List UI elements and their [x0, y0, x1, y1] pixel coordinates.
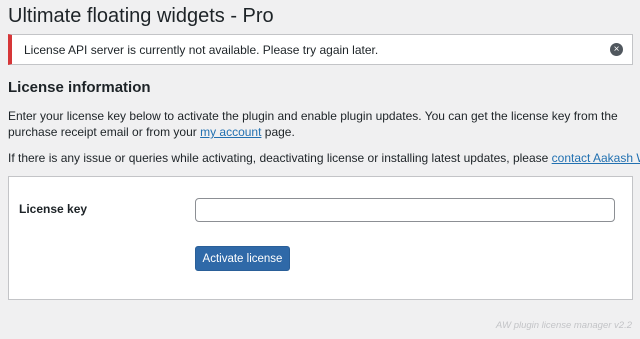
- contact-link[interactable]: contact Aakash Web: [552, 151, 640, 165]
- license-key-label: License key: [19, 202, 88, 216]
- dismiss-notice-icon[interactable]: ×: [610, 43, 623, 56]
- intro-text-end: page.: [261, 125, 295, 139]
- error-notice: License API server is currently not avai…: [8, 34, 633, 65]
- notice-message: License API server is currently not avai…: [24, 43, 379, 57]
- license-key-input[interactable]: [195, 198, 615, 222]
- support-text: If there is any issue or queries while a…: [8, 151, 552, 165]
- intro-text: Enter your license key below to activate…: [8, 109, 618, 139]
- footer-version: AW plugin license manager v2.2: [495, 320, 632, 331]
- activate-license-button[interactable]: Activate license: [195, 246, 290, 271]
- my-account-link[interactable]: my account: [200, 125, 261, 139]
- page-title: Ultimate floating widgets - Pro: [8, 5, 274, 27]
- license-form-card: License key Activate license: [8, 176, 633, 300]
- support-paragraph: If there is any issue or queries while a…: [8, 150, 640, 166]
- section-title: License information: [8, 79, 151, 96]
- intro-paragraph: Enter your license key below to activate…: [8, 108, 628, 140]
